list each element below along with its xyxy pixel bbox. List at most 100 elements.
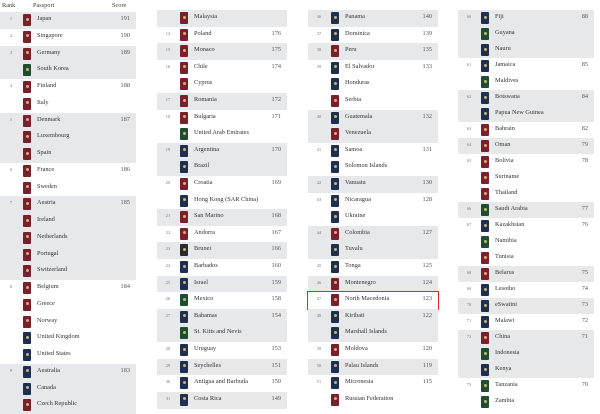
passport-icon	[23, 148, 31, 160]
country-name: Antigua and Barbuda	[194, 378, 248, 386]
country-name: Ukraine	[345, 212, 366, 220]
table-row: 19 Argentina 170	[157, 142, 287, 160]
score-cell: 170	[271, 145, 281, 153]
table-row: Norway	[0, 314, 136, 331]
rank-cell: 1	[9, 16, 13, 21]
country-name: Brunei	[194, 245, 212, 253]
rank-cell: 4	[9, 83, 13, 88]
table-row: 47 North Macedonia 123	[307, 291, 439, 310]
passport-icon	[331, 211, 339, 224]
passport-icon	[23, 282, 31, 294]
passport-icon	[180, 261, 188, 273]
passport-icon	[481, 156, 489, 168]
country-name: Moldova	[345, 345, 368, 352]
rank-cell: 40	[316, 113, 322, 119]
table-row: 41 Samoa 131	[308, 143, 438, 160]
rank-cell: 73	[466, 382, 472, 387]
rank-cell: 6	[9, 166, 13, 172]
table-row: 36 Panama 140	[308, 10, 438, 27]
country-name: Maldives	[495, 77, 519, 84]
table-row: 31 Costa Rica 149	[157, 391, 287, 409]
passport-icon	[180, 194, 188, 207]
passport-icon	[331, 244, 339, 257]
passport-icon	[481, 380, 489, 392]
country-name: Israel	[194, 278, 208, 286]
country-name: Romania	[194, 96, 217, 103]
passport-icon	[481, 44, 489, 56]
passport-icon	[481, 124, 489, 136]
rank-cell: 28	[165, 346, 171, 351]
country-name: Saudi Arabia	[495, 205, 528, 212]
rank-cell: 42	[316, 180, 322, 185]
passport-icon	[481, 108, 489, 120]
rank-cell: 25	[165, 279, 171, 285]
passport-icon	[23, 164, 31, 177]
highlight-box	[307, 291, 439, 310]
passport-icon	[23, 30, 31, 43]
country-name: Norway	[37, 316, 58, 324]
score-cell: 171	[271, 112, 281, 120]
country-name: Italy	[37, 98, 49, 106]
passport-icon	[481, 220, 489, 232]
rank-cell: 31	[165, 395, 171, 401]
table-row: 20 Croatia 169	[157, 176, 287, 193]
table-row: 40 Guatemala 132	[308, 109, 438, 127]
table-row: Tunisia	[458, 250, 594, 266]
country-name: Serbia	[345, 96, 362, 103]
country-name: Malaysia	[194, 13, 218, 20]
country-name: Montenegro	[345, 278, 376, 286]
score-cell: 191	[120, 15, 130, 22]
score-cell: 122	[422, 311, 432, 319]
table-row: Ireland	[0, 213, 136, 230]
table-row: Canada	[0, 380, 136, 398]
country-name: United Kingdom	[37, 333, 80, 341]
score-cell: 150	[271, 378, 281, 386]
country-name: Sweden	[37, 182, 57, 190]
country-name: Barbados	[194, 262, 218, 269]
country-name: San Marino	[194, 212, 224, 220]
table-row: 46 Montenegro 124	[308, 275, 438, 293]
table-row: 61 Jamaica 85	[458, 58, 594, 74]
score-cell: 70	[581, 381, 588, 388]
country-name: St. Kitts and Nevis	[194, 328, 242, 336]
country-name: Andorra	[194, 228, 215, 236]
score-cell: 125	[422, 262, 432, 269]
passport-icon	[331, 360, 339, 373]
country-name: Tunisia	[495, 253, 514, 260]
passport-icon	[180, 78, 188, 91]
passport-icon	[331, 178, 339, 190]
passport-icon	[331, 111, 339, 124]
table-row: Ukraine	[308, 209, 438, 226]
passport-icon	[23, 365, 31, 378]
passport-icon	[23, 131, 31, 144]
table-row: 50 Palau Islands 119	[308, 358, 438, 376]
rank-cell: 41	[316, 146, 322, 152]
rank-cell: 24	[165, 263, 171, 268]
score-cell: 74	[581, 285, 588, 292]
passport-icon	[481, 76, 489, 88]
score-cell: 135	[422, 46, 432, 54]
rank-cell: 45	[316, 263, 322, 268]
rank-cell: 60	[466, 14, 472, 19]
rank-cell: 68	[466, 270, 472, 275]
country-name: Kenya	[495, 365, 512, 372]
header-passport: Passport	[33, 2, 55, 9]
score-cell: 119	[422, 361, 432, 369]
table-row: Cyprus	[157, 76, 287, 93]
country-name: Honduras	[345, 79, 370, 87]
rank-cell: 39	[316, 63, 322, 69]
country-name: Uruguay	[194, 345, 217, 352]
score-cell: 149	[271, 394, 281, 402]
country-name: China	[495, 333, 511, 340]
rank-cell: 48	[316, 312, 322, 318]
table-row: 8 Belgium 184	[0, 280, 136, 297]
passport-icon	[331, 95, 339, 107]
country-name: Namibia	[495, 237, 517, 244]
country-name: Brazil	[194, 162, 210, 170]
table-row: 24 Barbados 160	[157, 259, 287, 276]
table-row: 42 Vanuatu 130	[308, 176, 438, 193]
country-name: Bahrain	[495, 125, 515, 132]
table-row: 70 eSwatini 73	[458, 298, 594, 315]
score-cell: 85	[581, 61, 588, 68]
passport-icon	[481, 60, 489, 72]
